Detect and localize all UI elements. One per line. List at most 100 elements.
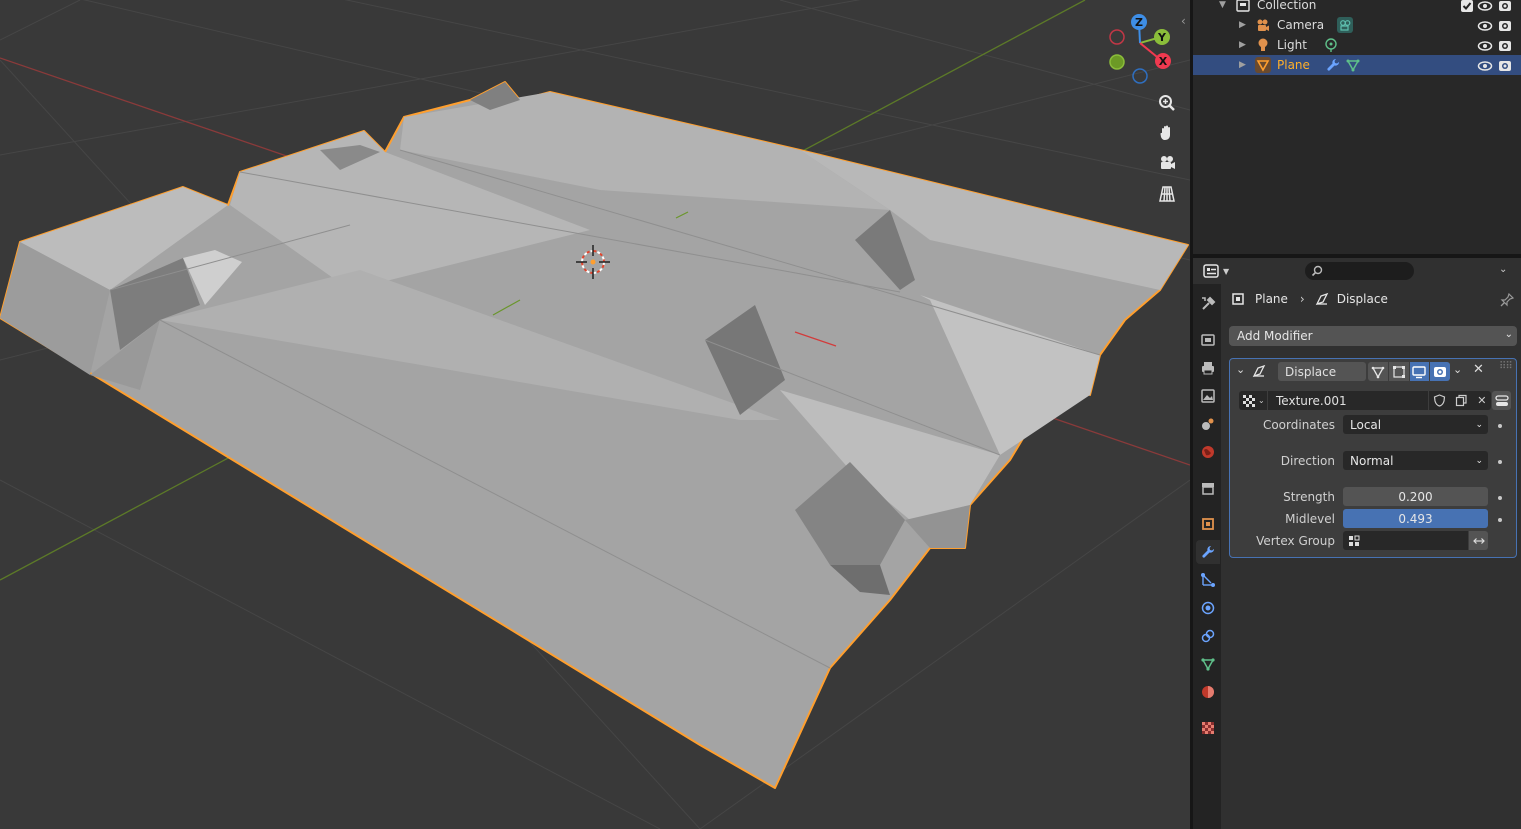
vertex-group-field[interactable] [1343,531,1468,550]
eye-icon[interactable] [1477,0,1493,14]
keyframe-dot-icon[interactable] [1498,518,1502,522]
pin-icon[interactable] [1500,293,1514,307]
strength-value: 0.200 [1398,489,1433,504]
vertex-group-icon [1349,535,1360,546]
outliner-row-camera[interactable]: ▶ Camera [1193,15,1521,35]
wrench-icon[interactable] [1325,57,1341,73]
edit-cage-toggle[interactable] [1368,362,1388,381]
mesh-object-icon [1255,57,1271,73]
collapse-triangle-icon[interactable]: ▼ [1219,1,1227,10]
expand-triangle-icon[interactable]: ▶ [1239,41,1247,50]
tab-render[interactable] [1196,328,1220,352]
tab-view-layer[interactable] [1196,384,1220,408]
displace-modifier-icon [1315,292,1329,306]
camera-data-icon[interactable] [1337,17,1353,33]
tab-constraints[interactable] [1196,624,1220,648]
modifier-name: Displace [1285,364,1337,379]
printer-icon [1202,362,1214,375]
tab-collection[interactable] [1196,476,1220,500]
tab-object[interactable] [1196,512,1220,536]
show-texture-button[interactable] [1492,391,1511,410]
add-modifier-label: Add Modifier [1237,329,1313,343]
direction-dropdown[interactable]: Normal ⌄ [1343,451,1488,470]
expand-triangle-icon[interactable]: ▶ [1239,61,1247,70]
tab-output[interactable] [1196,356,1220,380]
zoom-button[interactable] [1154,90,1180,116]
tab-physics[interactable] [1196,596,1220,620]
keyframe-dot-icon[interactable] [1498,496,1502,500]
material-icon [1202,686,1214,698]
tab-scene[interactable] [1196,412,1220,436]
sidebar-toggle-arrow[interactable]: ‹ [1181,14,1186,28]
modifier-name-field[interactable]: Displace [1278,362,1366,381]
outliner-row-light[interactable]: ▶ Light [1193,35,1521,55]
pan-button[interactable] [1154,120,1180,146]
render-camera-icon[interactable] [1497,18,1513,34]
tab-particles[interactable] [1196,568,1220,592]
tab-tool[interactable] [1196,292,1220,316]
keyframe-dot-icon[interactable] [1498,460,1502,464]
collapse-chevron-icon[interactable]: ⌄ [1236,363,1245,376]
wrench-icon [1202,545,1215,558]
eye-icon[interactable] [1477,38,1493,54]
render-camera-icon[interactable] [1497,0,1513,14]
render-camera-icon[interactable] [1497,58,1513,74]
tab-material[interactable] [1196,680,1220,704]
edit-mode-toggle[interactable] [1388,362,1409,381]
coordinates-dropdown[interactable]: Local ⌄ [1343,415,1488,434]
outliner-row-plane[interactable]: ▶ Plane [1193,55,1521,75]
tab-texture[interactable] [1196,716,1220,740]
outliner-panel: ▼ Collection ▶ Camera ▶ Light ▶ Plane [1193,0,1521,254]
strength-field[interactable]: 0.200 [1343,487,1488,506]
vertex-triangle-icon [1371,366,1385,378]
checkbox-icon[interactable] [1459,0,1475,14]
breadcrumb: Plane › Displace [1231,292,1388,306]
displace-modifier-panel: ⌄ Displace ⌄ ✕ ⠿⠿ ⌄ Texture.001 ✕ Coordi… [1229,358,1517,558]
add-modifier-button[interactable]: Add Modifier ⌄ [1229,326,1517,346]
midlevel-field[interactable]: 0.493 [1343,509,1488,528]
viewport-display-toggle[interactable] [1409,362,1430,381]
particles-icon [1201,573,1215,587]
drag-handle-icon[interactable]: ⠿⠿ [1499,361,1513,372]
tab-world[interactable] [1196,440,1220,464]
invert-vertex-group-button[interactable] [1469,531,1488,550]
breadcrumb-object: Plane [1255,292,1288,306]
arrow-left-right-icon [1472,537,1485,544]
strength-label: Strength [1283,490,1335,504]
perspective-toggle-button[interactable] [1154,181,1180,207]
3d-viewport[interactable]: Z Y X ‹ [0,0,1190,829]
eye-icon[interactable] [1477,58,1493,74]
edit-mode-icon [1392,365,1405,378]
coordinates-label: Coordinates [1262,418,1335,432]
render-camera-icon[interactable] [1497,38,1513,54]
fake-user-shield-icon[interactable] [1433,394,1446,407]
search-input[interactable] [1305,262,1414,280]
render-toggle[interactable] [1430,362,1450,381]
unlink-x-icon[interactable]: ✕ [1477,394,1486,407]
texture-name-field[interactable]: Texture.001 [1268,391,1428,410]
texture-selector[interactable]: ⌄ [1239,391,1267,410]
outliner-row-collection[interactable]: ▼ Collection [1193,0,1521,15]
expand-triangle-icon[interactable]: ▶ [1239,21,1247,30]
mesh-data-icon[interactable] [1345,57,1361,73]
close-icon[interactable]: ✕ [1473,362,1484,377]
modifier-toggles [1368,362,1450,381]
camera-view-button[interactable] [1154,150,1180,176]
duplicate-icon[interactable] [1455,394,1468,407]
editor-type-dropdown[interactable]: ▼ [1203,262,1233,280]
navigation-gizmo[interactable]: Z Y X [1102,10,1182,90]
tab-data[interactable] [1196,652,1220,676]
collection-icon [1236,0,1250,12]
tab-modifiers[interactable] [1196,540,1220,564]
scene-canvas[interactable] [0,0,1190,829]
options-chevron-icon[interactable]: ⌄ [1499,264,1507,275]
keyframe-dot-icon[interactable] [1498,424,1502,428]
light-data-icon[interactable] [1323,37,1339,53]
chevron-down-icon: ⌄ [1258,396,1265,405]
search-icon [1311,265,1323,277]
render-camera-icon [1434,366,1447,377]
eye-icon[interactable] [1477,18,1493,34]
object-icon [1202,518,1214,530]
modifier-menu-chevron-icon[interactable]: ⌄ [1453,363,1462,376]
render-icon [1201,334,1215,346]
